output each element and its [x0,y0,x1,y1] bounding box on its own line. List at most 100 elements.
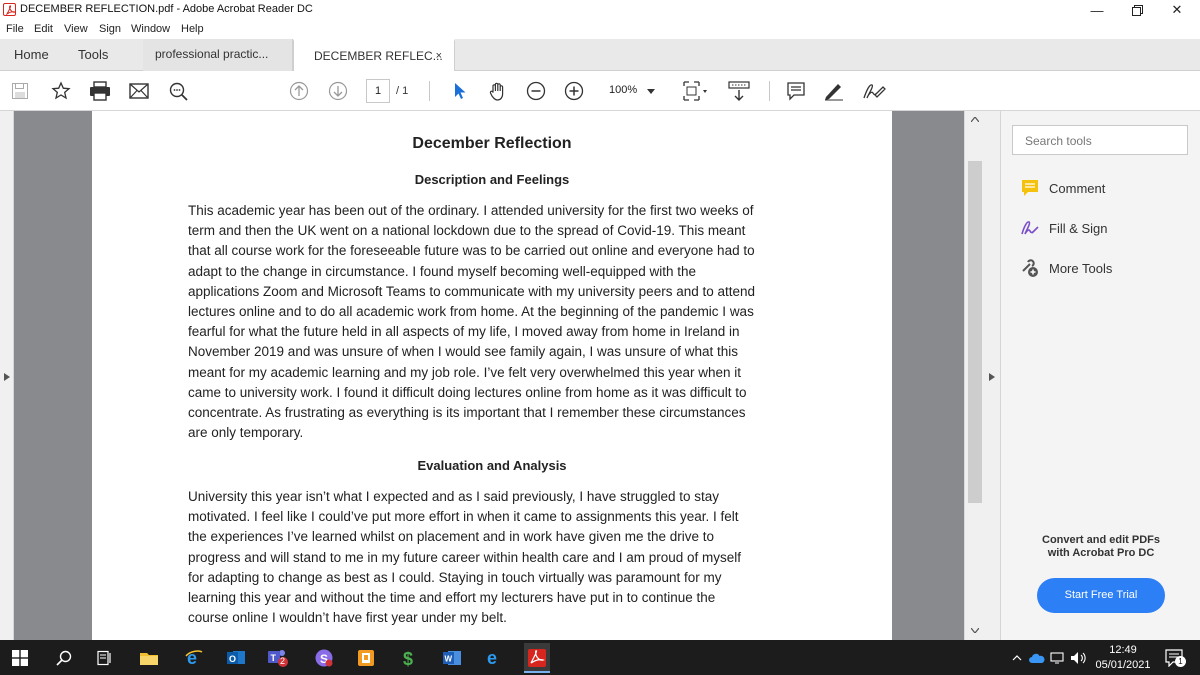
taskbar-acrobat-reader[interactable] [524,643,550,673]
zoom-out-button[interactable] [524,79,548,103]
text-line: came to university work. I found it diff… [188,384,747,400]
task-view-button[interactable] [92,646,116,670]
search-tools-input[interactable]: Search tools [1012,125,1188,155]
tab-december-reflection[interactable]: DECEMBER REFLEC... × [293,39,455,71]
network-icon [1050,652,1064,664]
text-line: for adapting to change as best as I coul… [188,569,722,585]
text-line: are only temporary. [188,425,304,441]
tool-fill-and-sign[interactable]: Fill & Sign [1019,217,1108,239]
text-line: term and then the UK went on a national … [188,223,746,239]
start-free-trial-button[interactable]: Start Free Trial [1037,578,1165,613]
taskbar-file-explorer[interactable] [137,646,161,670]
zoom-in-button[interactable] [562,79,586,103]
menu-view[interactable]: View [64,23,88,35]
tool-label: More Tools [1049,260,1113,276]
toolbar-divider [769,81,770,101]
taskbar-outlook[interactable]: O [224,646,248,670]
onedrive-tray-button[interactable] [1028,646,1046,670]
page-number-input[interactable]: 1 [366,79,390,103]
tab-tools[interactable]: Tools [78,39,108,71]
fit-page-button[interactable] [680,79,710,103]
plus-circle-icon [564,81,584,101]
tab-bar: Home Tools professional practic... DECEM… [0,39,1200,71]
network-tray-button[interactable] [1048,646,1066,670]
hand-tool-button[interactable] [486,79,510,103]
tool-comment[interactable]: Comment [1019,177,1105,199]
paragraph-description: This academic year has been out of the o… [188,201,808,443]
taskbar-money-app[interactable]: $ [397,646,421,670]
title-bar: DECEMBER REFLECTION.pdf - Adobe Acrobat … [0,0,1200,20]
more-tools-icon [1019,257,1041,279]
taskbar-teams[interactable]: T 2 [266,646,290,670]
comment-icon [1019,177,1041,199]
tab-home[interactable]: Home [14,39,49,71]
menu-help[interactable]: Help [181,23,204,35]
email-button[interactable] [127,79,151,103]
promo-line: with Acrobat Pro DC [1047,547,1155,559]
close-window-button[interactable]: ✕ [1154,0,1200,20]
collapse-right-pane-icon[interactable] [989,373,995,381]
hand-icon [489,82,504,101]
scroll-down-icon[interactable] [971,628,979,633]
vertical-scrollbar[interactable] [964,111,984,640]
signature-icon [863,84,886,99]
menu-window[interactable]: Window [131,23,170,35]
taskbar-edge[interactable]: e [482,646,506,670]
clock-date: 05/01/2021 [1095,659,1151,671]
zoom-select[interactable]: 100% [600,79,662,103]
star-icon [51,81,71,100]
sign-tool-button[interactable] [860,79,888,103]
fill-sign-icon [1019,217,1041,239]
action-center-button[interactable]: 1 [1162,646,1186,670]
close-tab-icon[interactable]: × [436,41,442,72]
text-line: fearful for what the future held in all … [188,324,740,340]
save-button[interactable] [8,79,32,103]
show-hidden-icons-button[interactable] [1010,646,1024,670]
menu-sign[interactable]: Sign [99,23,121,35]
text-line: learning this year and without the time … [188,590,716,606]
start-button[interactable] [8,646,32,670]
acrobat-logo-icon [3,3,16,16]
paragraph-evaluation: University this year isn’t what I expect… [188,487,808,628]
print-button[interactable] [88,79,112,103]
cursor-arrow-icon [455,83,466,99]
tool-more-tools[interactable]: More Tools [1019,257,1112,279]
tool-label: Comment [1049,180,1106,196]
svg-text:T: T [271,653,277,663]
scroll-mode-button[interactable] [725,79,753,103]
taskbar-internet-explorer[interactable]: e [182,646,206,670]
previous-page-button[interactable] [287,79,311,103]
taskbar-notes-app[interactable] [354,646,378,670]
text-line: that all course work for the foreseeable… [188,243,755,259]
scroll-up-icon[interactable] [971,117,979,122]
text-line: the experiences I’ve learned whilst on p… [188,529,715,545]
svg-text:$: $ [403,649,413,668]
taskbar-word[interactable]: W [440,646,464,670]
comment-tool-button[interactable] [784,79,808,103]
notes-app-icon [358,650,374,666]
bookmark-button[interactable] [49,79,73,103]
menu-edit[interactable]: Edit [34,23,53,35]
taskbar-search-button[interactable] [52,646,76,670]
highlight-tool-button[interactable] [822,79,846,103]
notification-count-badge: 1 [1175,656,1186,667]
left-pane-collapsed[interactable] [0,111,14,640]
select-tool-button[interactable] [448,79,472,103]
right-pane-gutter[interactable] [984,111,1000,640]
word-icon: W [443,651,461,665]
teams-badge: 2 [280,656,286,666]
menu-file[interactable]: File [6,23,24,35]
taskbar-skype[interactable]: S [312,646,336,670]
scrollbar-thumb[interactable] [968,161,982,503]
folder-icon [140,653,158,665]
taskbar-clock[interactable]: 12:49 05/01/2021 [1092,643,1154,673]
windows-taskbar: e O T 2 S $ W e 12:49 05/01/2021 1 [0,640,1200,675]
search-button[interactable] [166,79,190,103]
expand-left-pane-icon[interactable] [4,373,10,381]
toolbar-divider [429,81,430,101]
acrobat-icon [528,649,546,667]
internet-explorer-icon: e [185,648,203,668]
tab-professional-practice[interactable]: professional practic... [143,39,293,71]
volume-tray-button[interactable] [1068,646,1090,670]
next-page-button[interactable] [326,79,350,103]
